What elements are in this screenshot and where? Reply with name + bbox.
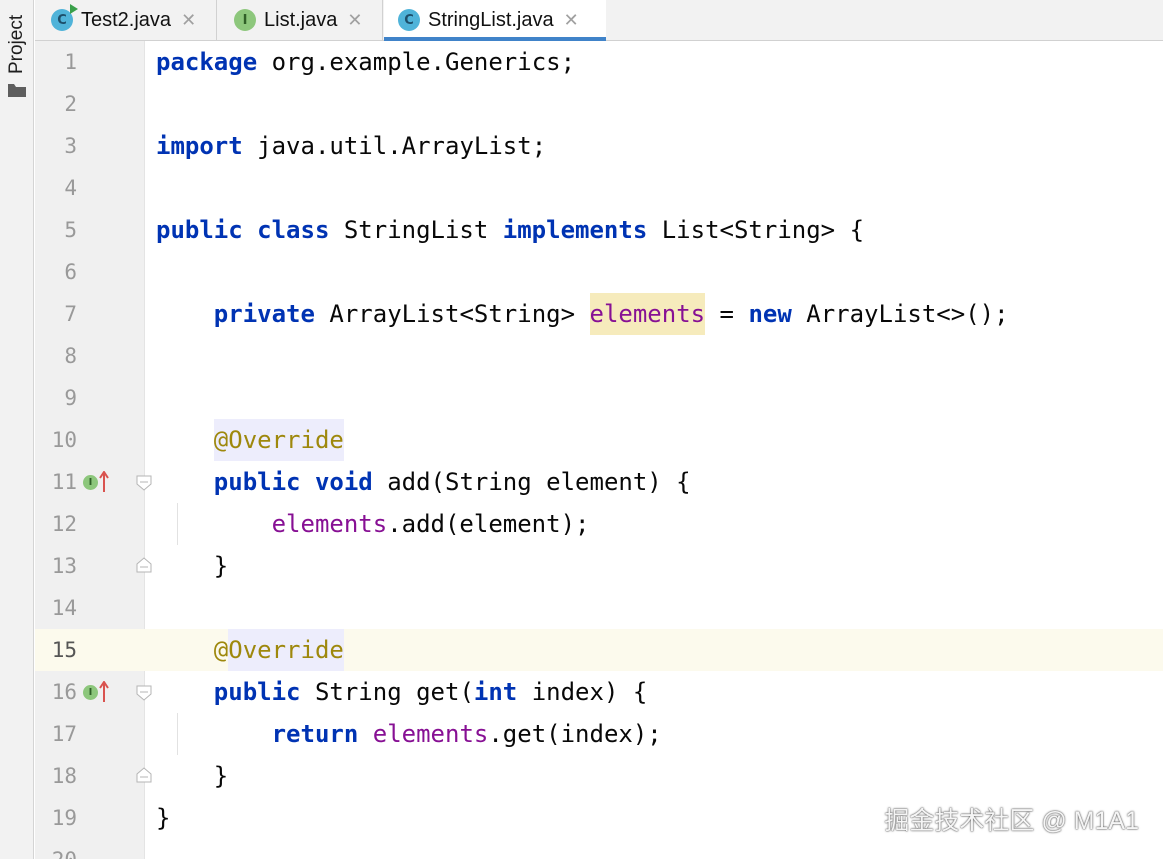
- class-icon: C: [398, 9, 420, 31]
- tab-test2-java[interactable]: C Test2.java ✕: [51, 0, 196, 40]
- code-text[interactable]: }: [156, 755, 228, 797]
- code-line[interactable]: 11 I public void add(String element) {: [35, 461, 1163, 503]
- close-icon[interactable]: ✕: [564, 10, 579, 31]
- code-line[interactable]: 17 return elements.get(index);: [35, 713, 1163, 755]
- code-text[interactable]: private ArrayList<String> elements = new…: [156, 293, 1009, 335]
- tab-list-java[interactable]: I List.java ✕: [234, 0, 362, 40]
- line-number: 2: [64, 92, 77, 116]
- line-number: 4: [64, 176, 77, 200]
- code-line[interactable]: 16 I public String get(int index) {: [35, 671, 1163, 713]
- code-line[interactable]: 7 private ArrayList<String> elements = n…: [35, 293, 1163, 335]
- close-icon[interactable]: ✕: [347, 10, 362, 31]
- tab-label: List.java: [264, 8, 338, 31]
- code-text[interactable]: @Override: [156, 629, 344, 671]
- line-number: 17: [51, 722, 77, 746]
- line-number: 8: [64, 344, 77, 368]
- line-number: 14: [51, 596, 77, 620]
- line-number: 20: [35, 839, 77, 859]
- watermark: 掘金技术社区 @ M1A1: [884, 807, 1139, 835]
- code-text[interactable]: elements.add(element);: [156, 503, 590, 545]
- code-text[interactable]: package org.example.Generics;: [156, 41, 575, 83]
- code-text[interactable]: public void add(String element) {: [156, 461, 691, 503]
- code-line[interactable]: 8: [35, 335, 1163, 377]
- implements-method-icon[interactable]: I: [83, 681, 109, 703]
- implements-method-icon[interactable]: I: [83, 471, 109, 493]
- code-line[interactable]: 18 }: [35, 755, 1163, 797]
- fold-close-icon[interactable]: [136, 767, 152, 783]
- line-number: 18: [51, 764, 77, 788]
- fold-close-icon[interactable]: [136, 557, 152, 573]
- line-number: 5: [64, 218, 77, 242]
- code-line[interactable]: 10 @Override: [35, 419, 1163, 461]
- code-line[interactable]: 12 elements.add(element);: [35, 503, 1163, 545]
- field-highlight: elements: [589, 293, 706, 335]
- tool-window-strip: Project: [0, 0, 34, 859]
- fold-open-icon[interactable]: [136, 685, 152, 701]
- code-line[interactable]: 14: [35, 587, 1163, 629]
- line-number: 13: [51, 554, 77, 578]
- current-code-line[interactable]: 15 @Override: [35, 629, 1163, 671]
- line-number: 7: [64, 302, 77, 326]
- tab-label: StringList.java: [428, 8, 554, 31]
- line-number: 10: [51, 428, 77, 452]
- fold-open-icon[interactable]: [136, 475, 152, 491]
- code-editor[interactable]: 1 package org.example.Generics; 2 3 impo…: [35, 41, 1163, 859]
- line-number: 16: [51, 680, 77, 704]
- line-number: 1: [64, 50, 77, 74]
- interface-icon: I: [234, 9, 256, 31]
- line-number: 6: [64, 260, 77, 284]
- tab-stringlist-java[interactable]: C StringList.java ✕: [384, 0, 606, 41]
- folder-icon[interactable]: [8, 84, 26, 98]
- code-text[interactable]: return elements.get(index);: [156, 713, 662, 755]
- code-line[interactable]: 1 package org.example.Generics;: [35, 41, 1163, 83]
- code-text[interactable]: }: [156, 545, 228, 587]
- annotation-highlight: @Override: [213, 419, 344, 461]
- line-number: 9: [64, 386, 77, 410]
- line-number: 15: [51, 638, 77, 662]
- code-line[interactable]: 5 public class StringList implements Lis…: [35, 209, 1163, 251]
- code-line[interactable]: 9: [35, 377, 1163, 419]
- code-line[interactable]: 4: [35, 167, 1163, 209]
- code-text[interactable]: @Override: [156, 419, 344, 461]
- annotation-highlight: Override: [228, 629, 344, 671]
- line-number: 12: [51, 512, 77, 536]
- code-text[interactable]: }: [156, 797, 170, 839]
- class-run-icon: C: [51, 4, 78, 31]
- code-line[interactable]: 6: [35, 251, 1163, 293]
- editor-tab-bar: C Test2.java ✕ I List.java ✕ C StringLis…: [35, 0, 1163, 41]
- project-tool-button[interactable]: Project: [6, 15, 28, 74]
- code-text[interactable]: public class StringList implements List<…: [156, 209, 864, 251]
- code-line[interactable]: 2: [35, 83, 1163, 125]
- close-icon[interactable]: ✕: [181, 10, 196, 31]
- line-number: 3: [64, 134, 77, 158]
- code-line[interactable]: 13 }: [35, 545, 1163, 587]
- code-line[interactable]: 3 import java.util.ArrayList;: [35, 125, 1163, 167]
- line-number: 19: [51, 806, 77, 830]
- code-text[interactable]: import java.util.ArrayList;: [156, 125, 546, 167]
- code-text[interactable]: public String get(int index) {: [156, 671, 648, 713]
- tab-label: Test2.java: [81, 8, 172, 31]
- line-number: 11: [51, 470, 77, 494]
- code-line[interactable]: 20: [35, 839, 1163, 859]
